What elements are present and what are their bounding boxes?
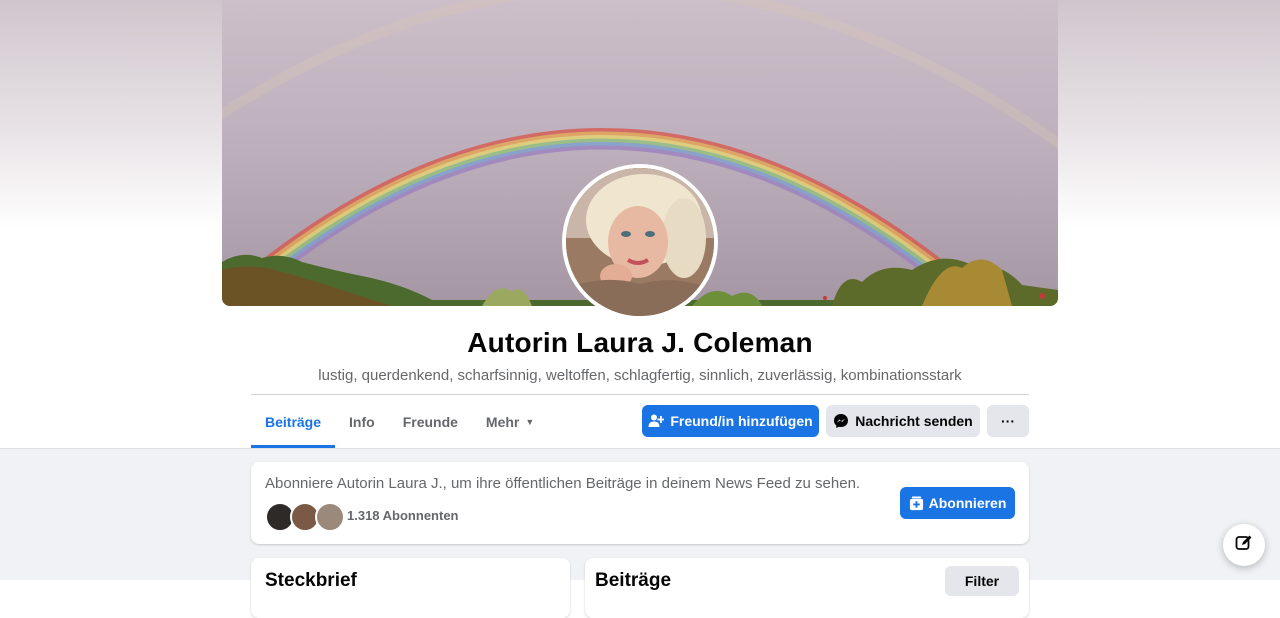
compose-icon <box>1235 534 1253 557</box>
compose-button[interactable] <box>1223 524 1265 566</box>
profile-tabs: Beiträge Info Freunde Mehr ▼ <box>251 396 548 448</box>
person-plus-icon <box>648 413 665 429</box>
filter-button[interactable]: Filter <box>945 566 1019 596</box>
tab-label: Freunde <box>402 414 458 430</box>
tab-label: Info <box>349 414 375 430</box>
follower-avatar <box>315 502 345 532</box>
subscribe-card: Abonniere Autorin Laura J., um ihre öffe… <box>251 462 1029 544</box>
subscribe-button[interactable]: Abonnieren <box>900 487 1015 519</box>
header-divider <box>251 394 1029 395</box>
intro-card: Steckbrief <box>251 558 570 618</box>
subscribe-text: Abonniere Autorin Laura J., um ihre öffe… <box>265 475 861 492</box>
more-options-button[interactable]: ··· <box>987 405 1029 437</box>
subscribe-label: Abonnieren <box>928 495 1007 511</box>
send-message-label: Nachricht senden <box>855 413 973 429</box>
add-friend-label: Freund/in hinzufügen <box>670 413 813 429</box>
posts-card: Beiträge Filter <box>585 558 1029 618</box>
send-message-button[interactable]: Nachricht senden <box>826 405 980 437</box>
tab-label: Beiträge <box>265 414 322 430</box>
profile-avatar[interactable] <box>562 164 718 320</box>
caret-down-icon: ▼ <box>525 417 535 427</box>
tab-info[interactable]: Info <box>335 396 389 448</box>
tab-freunde[interactable]: Freunde <box>389 396 472 448</box>
filter-label: Filter <box>964 573 1000 589</box>
intro-title: Steckbrief <box>265 570 357 591</box>
posts-title: Beiträge <box>595 570 672 591</box>
messenger-icon <box>833 413 849 429</box>
tab-label: Mehr <box>485 414 520 430</box>
tab-beitraege[interactable]: Beiträge <box>251 396 336 448</box>
follower-avatars[interactable] <box>265 502 345 532</box>
follower-count[interactable]: 1.318 Abonnenten <box>347 508 458 523</box>
profile-bio: lustig, querdenkend, scharfsinnig, welto… <box>318 367 962 384</box>
add-friend-button[interactable]: Freund/in hinzufügen <box>642 405 819 437</box>
more-options-label: ··· <box>1001 413 1015 429</box>
avatar-image <box>566 168 714 316</box>
profile-name: Autorin Laura J. Coleman <box>467 327 813 358</box>
subscribe-icon <box>909 495 924 511</box>
tab-mehr[interactable]: Mehr ▼ <box>472 396 548 448</box>
